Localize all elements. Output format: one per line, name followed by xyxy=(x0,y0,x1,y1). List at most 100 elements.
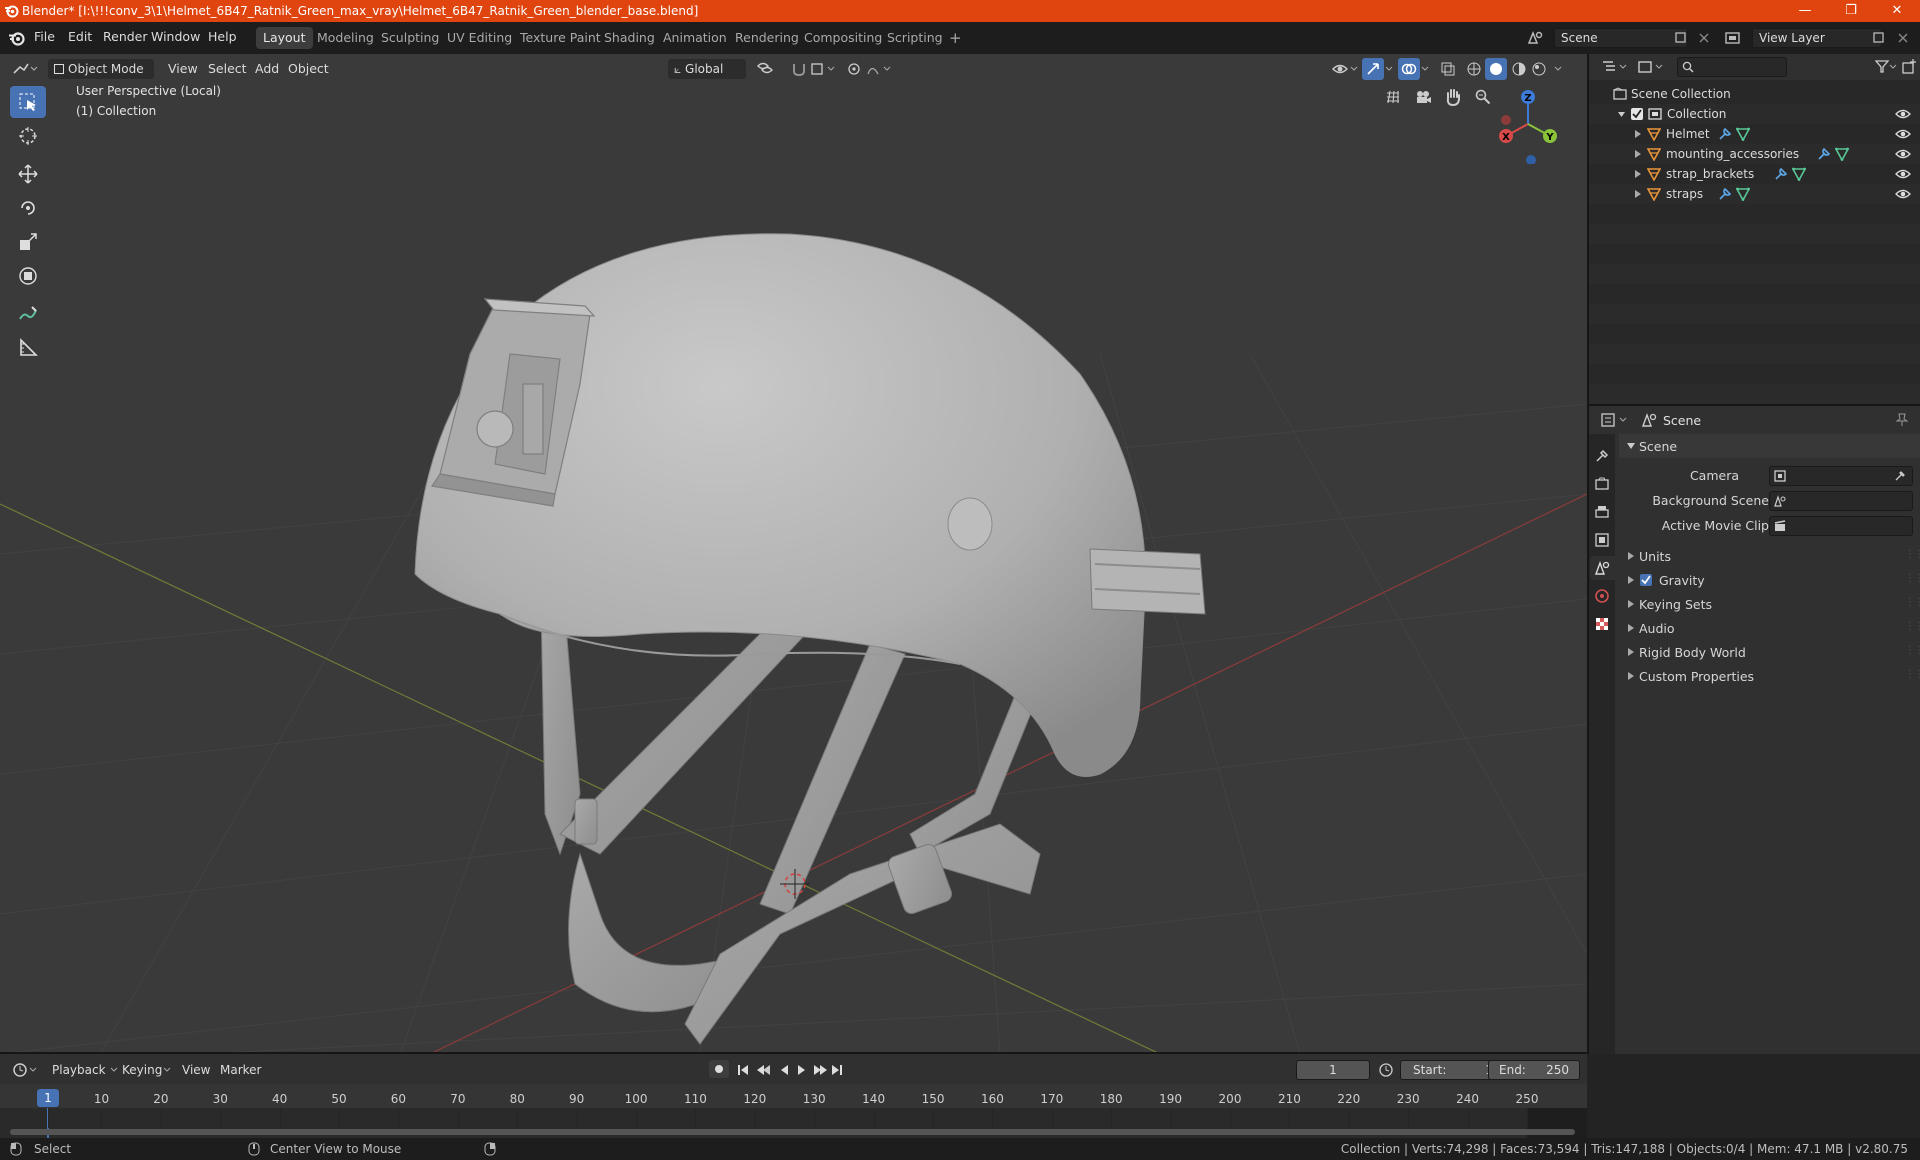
expand-arrow-icon[interactable] xyxy=(1634,170,1642,178)
pivot-point-icon[interactable] xyxy=(756,62,784,76)
snap-icon[interactable] xyxy=(790,61,838,77)
menu-help[interactable]: Help xyxy=(208,29,237,44)
playback-controls[interactable] xyxy=(736,1063,846,1077)
solid-shading-button[interactable] xyxy=(1485,58,1507,80)
scene-selector-icon[interactable] xyxy=(1526,29,1544,47)
delete-scene-icon[interactable] xyxy=(1698,32,1710,44)
modifier-wrench-icon[interactable] xyxy=(1774,167,1788,181)
tab-shading[interactable]: Shading xyxy=(597,27,662,49)
gizmo-dropdown-icon[interactable] xyxy=(1384,64,1394,74)
mesh-data-icon[interactable] xyxy=(1835,147,1849,161)
new-view-layer-icon[interactable] xyxy=(1873,32,1885,44)
timeline-menu-marker[interactable]: Marker xyxy=(220,1063,261,1077)
tool-measure[interactable] xyxy=(10,332,46,364)
tab-texture-paint[interactable]: Texture Paint xyxy=(513,27,608,49)
new-scene-icon[interactable] xyxy=(1675,32,1687,44)
overlays-dropdown-icon[interactable] xyxy=(1420,64,1430,74)
eyedropper-icon[interactable] xyxy=(1894,470,1906,482)
expand-arrow-icon[interactable] xyxy=(1634,190,1642,198)
filter-icon[interactable] xyxy=(1875,60,1897,74)
expand-arrow-icon[interactable] xyxy=(1634,130,1642,138)
toggle-grid-view-button[interactable] xyxy=(1380,84,1406,110)
tab-sculpting[interactable]: Sculpting xyxy=(374,27,446,49)
world-tab-icon[interactable] xyxy=(1594,588,1610,604)
wireframe-shading-icon[interactable] xyxy=(1466,61,1482,77)
visibility-selector-icon[interactable] xyxy=(1331,60,1359,78)
properties-section-keying-sets[interactable]: Keying Sets ⋮⋮ xyxy=(1619,592,1920,616)
xray-toggle-icon[interactable] xyxy=(1440,61,1456,77)
pin-icon[interactable] xyxy=(1895,413,1909,427)
drag-handle-icon[interactable]: ⋮⋮ xyxy=(1905,573,1920,584)
drag-handle-icon[interactable]: ⋮⋮ xyxy=(1905,597,1920,608)
expand-arrow-icon[interactable] xyxy=(1634,150,1642,158)
display-mode-icon[interactable] xyxy=(1637,60,1665,74)
drag-handle-icon[interactable]: ⋮⋮ xyxy=(1905,621,1920,632)
tool-select-box[interactable] xyxy=(10,86,46,118)
visibility-eye-icon[interactable] xyxy=(1895,168,1911,180)
view-layer-field[interactable]: View Layer xyxy=(1752,28,1882,48)
tab-animation[interactable]: Animation xyxy=(656,27,734,49)
rendered-shading-icon[interactable] xyxy=(1531,61,1547,77)
tool-scale[interactable] xyxy=(10,226,46,258)
end-frame-field[interactable]: End: 250 xyxy=(1488,1060,1580,1080)
timeline-menu-playback[interactable]: Playback xyxy=(52,1063,106,1077)
mesh-data-icon[interactable] xyxy=(1735,187,1750,201)
overlays-toggle-button[interactable] xyxy=(1398,58,1420,80)
keying-dropdown-icon[interactable] xyxy=(163,1066,171,1074)
navigation-gizmo[interactable]: Z X Y xyxy=(1488,84,1568,164)
viewport-scene[interactable] xyxy=(0,54,1587,1054)
camera-field[interactable] xyxy=(1769,466,1913,486)
new-collection-icon[interactable] xyxy=(1901,59,1917,75)
visibility-eye-icon[interactable] xyxy=(1895,108,1911,120)
minimize-button[interactable]: — xyxy=(1782,0,1828,22)
menu-window[interactable]: Window xyxy=(151,29,200,44)
properties-section-rigid-body-world[interactable]: Rigid Body World ⋮⋮ xyxy=(1619,640,1920,664)
output-tab-icon[interactable] xyxy=(1594,504,1610,520)
properties-editor-icon[interactable] xyxy=(1601,413,1629,427)
blender-menu-icon[interactable] xyxy=(8,30,25,47)
view-layer-icon[interactable] xyxy=(1724,30,1742,46)
texture-tab-icon[interactable] xyxy=(1594,616,1610,632)
view-layer-tab-icon[interactable] xyxy=(1594,532,1610,548)
background-scene-field[interactable] xyxy=(1769,491,1913,511)
gizmo-toggle-button[interactable] xyxy=(1362,58,1384,80)
material-shading-icon[interactable] xyxy=(1511,61,1527,77)
properties-section-audio[interactable]: Audio ⋮⋮ xyxy=(1619,616,1920,640)
menu-edit[interactable]: Edit xyxy=(68,29,92,44)
scene-name-field[interactable]: Scene xyxy=(1554,28,1688,48)
drag-handle-icon[interactable]: ⋮⋮ xyxy=(1905,645,1920,656)
delete-view-layer-icon[interactable] xyxy=(1897,32,1909,44)
gizmo-neg-z-handle[interactable] xyxy=(1526,155,1536,164)
modifier-wrench-icon[interactable] xyxy=(1817,147,1831,161)
outliner-object-row[interactable]: Helmet xyxy=(1589,124,1920,144)
visibility-eye-icon[interactable] xyxy=(1895,148,1911,160)
menu-file[interactable]: File xyxy=(34,29,55,44)
properties-section-units[interactable]: Units ⋮⋮ xyxy=(1619,544,1920,568)
properties-section-gravity[interactable]: Gravity ⋮⋮ xyxy=(1619,568,1920,592)
timeline-menu-view[interactable]: View xyxy=(182,1063,210,1077)
tool-tab-icon[interactable] xyxy=(1594,448,1610,464)
tool-annotate[interactable] xyxy=(10,298,46,330)
tab-uv-editing[interactable]: UV Editing xyxy=(440,27,519,49)
outliner-object-row[interactable]: strap_brackets xyxy=(1589,164,1920,184)
camera-view-button[interactable] xyxy=(1410,84,1436,110)
modifier-wrench-icon[interactable] xyxy=(1718,127,1732,141)
mesh-data-icon[interactable] xyxy=(1792,167,1807,181)
maximize-button[interactable]: ❐ xyxy=(1828,0,1874,22)
tab-rendering[interactable]: Rendering xyxy=(728,27,806,49)
tab-modeling[interactable]: Modeling xyxy=(310,27,381,49)
tool-transform[interactable] xyxy=(10,260,46,292)
viewport-menu-select[interactable]: Select xyxy=(208,59,247,79)
close-button[interactable]: ✕ xyxy=(1874,0,1920,22)
tool-rotate[interactable] xyxy=(10,192,46,224)
outliner-collection-row[interactable]: Collection xyxy=(1589,104,1920,124)
current-frame-field[interactable]: 1 xyxy=(1296,1060,1370,1080)
pan-view-button[interactable] xyxy=(1440,84,1466,110)
timeline-scrollbar[interactable] xyxy=(10,1129,1575,1135)
collapse-arrow-icon[interactable] xyxy=(1617,110,1626,119)
tab-compositing[interactable]: Compositing xyxy=(797,27,889,49)
render-tab-icon[interactable] xyxy=(1594,476,1610,492)
object-mode-dropdown[interactable]: Object Mode xyxy=(48,59,154,79)
mesh-data-icon[interactable] xyxy=(1735,127,1750,141)
viewport-menu-add[interactable]: Add xyxy=(255,59,279,79)
